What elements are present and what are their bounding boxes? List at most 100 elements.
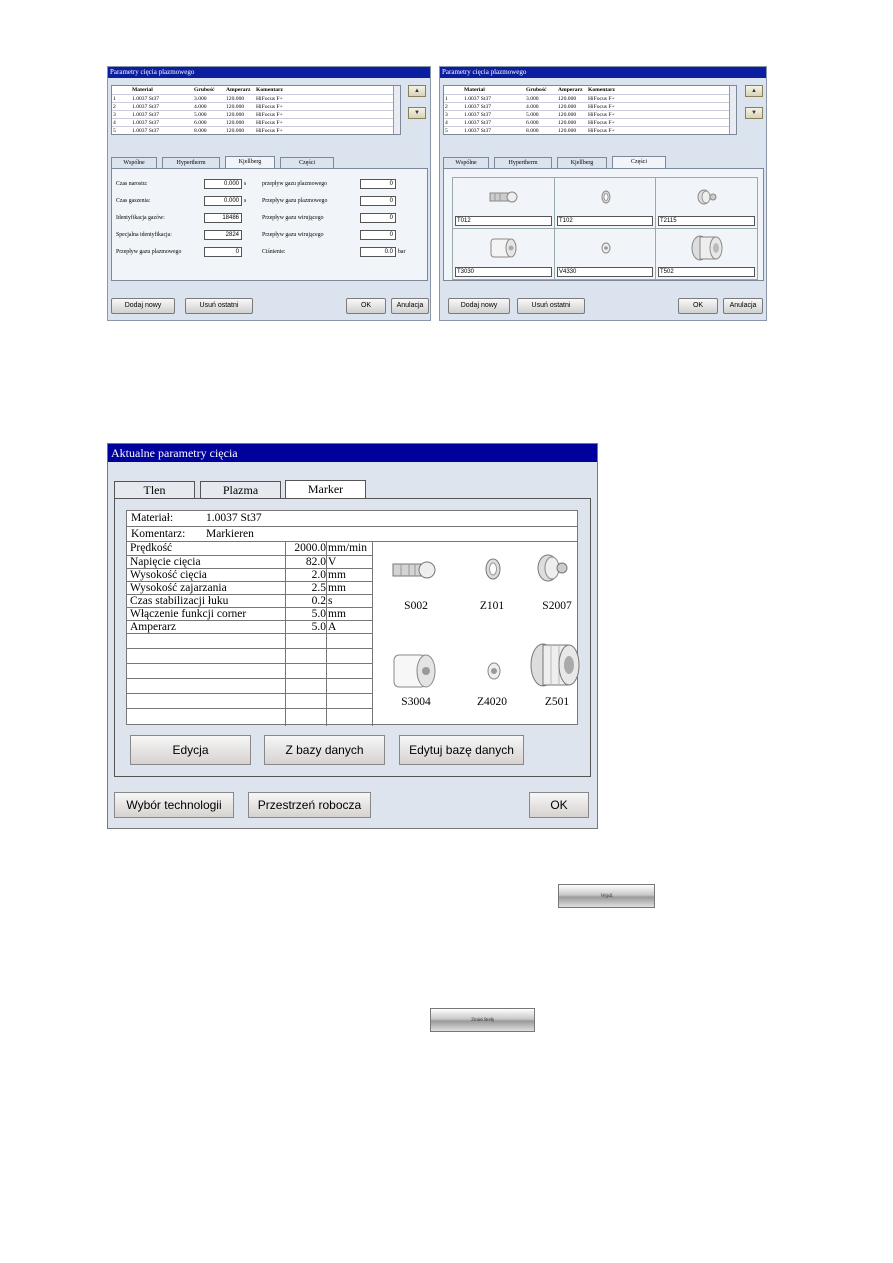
remove-last-button[interactable]: Usuń ostatni <box>185 298 253 314</box>
param-row[interactable]: Napięcie cięcia 82.0 V <box>127 555 373 568</box>
part-cell[interactable]: T502 <box>655 228 758 280</box>
part-cell[interactable]: T2115 <box>655 177 758 229</box>
shield-cap-icon <box>490 238 517 258</box>
exit-mini-button[interactable]: Wyjdź <box>558 884 655 908</box>
electrode-cap-icon <box>530 643 580 687</box>
plasma-flow-1-input[interactable]: 0 <box>360 179 396 189</box>
move-up-button[interactable]: ▲ <box>408 85 426 97</box>
swirl-flow-1-input[interactable]: 0 <box>360 213 396 223</box>
part-label: S002 <box>404 600 428 612</box>
plasma-gas-flow-input[interactable]: 0 <box>204 247 242 257</box>
swirl-flow-2-input[interactable]: 0 <box>360 230 396 240</box>
edit-database-button[interactable]: Edytuj bazę danych <box>399 735 524 765</box>
from-database-button[interactable]: Z bazy danych <box>264 735 385 765</box>
param-row-empty <box>127 648 373 661</box>
part-cell[interactable]: T102 <box>554 177 656 229</box>
part-code-input[interactable]: T502 <box>658 267 755 277</box>
move-up-button[interactable]: ▲ <box>745 85 763 97</box>
part-cell[interactable]: V4330 <box>554 228 656 280</box>
right-plasma-window: Parametry cięcia plazmowego Material Gru… <box>439 66 767 321</box>
tab-plazma[interactable]: Plazma <box>200 481 281 498</box>
move-down-button[interactable]: ▼ <box>745 107 763 119</box>
part-cell[interactable]: T3030 <box>452 228 555 280</box>
nozzle-icon <box>392 561 436 579</box>
table-header: Material Grubość Amperarz Komentarz <box>464 87 616 93</box>
part-code-input[interactable]: T102 <box>557 216 653 226</box>
part-label: S2007 <box>542 600 572 612</box>
tab-czesci[interactable]: Części <box>280 157 334 168</box>
param-row[interactable]: Włączenie funkcji corner 5.0 mm <box>127 607 373 620</box>
plasma-flow-2-input[interactable]: 0 <box>360 196 396 206</box>
table-row[interactable]: 1 1.0037 St37 3.000 120.000 HiFocus F+ <box>444 94 736 102</box>
param-row[interactable]: Wysokość zajarzania 2.5 mm <box>127 581 373 594</box>
table-row[interactable]: 5 1.0037 St37 8.000 120.000 HiFocus F+ <box>444 126 736 134</box>
table-row[interactable]: 3 1.0037 St37 5.000 120.000 HiFocus F+ <box>112 110 400 118</box>
table-row[interactable]: 2 1.0037 St37 4.000 120.000 HiFocus F+ <box>112 102 400 110</box>
marker-panel: Materiał: 1.0037 St37 Komentarz: Markier… <box>114 498 591 777</box>
swirl-ring-icon <box>601 242 611 254</box>
add-new-button[interactable]: Dodaj nowy <box>448 298 510 314</box>
gas-id-input[interactable]: 18486 <box>204 213 242 223</box>
part-cell[interactable]: T012 <box>452 177 555 229</box>
current-cutting-params-window: Aktualne parametry cięcia Tlen Plazma Ma… <box>107 443 598 829</box>
table-row[interactable]: 4 1.0037 St37 6.000 120.000 HiFocus F+ <box>112 118 400 126</box>
material-label: Materiał: <box>131 512 174 524</box>
table-row[interactable]: 2 1.0037 St37 4.000 120.000 HiFocus F+ <box>444 102 736 110</box>
material-table: Material Grubość Amperarz Komentarz 1 1.0… <box>443 85 737 135</box>
params-table: Prędkość 2000.0 mm/min Napięcie cięcia 82.0… <box>127 542 373 726</box>
cancel-button[interactable]: Anulacja <box>723 298 763 314</box>
param-row[interactable]: Amperarz 5.0 A <box>127 620 373 633</box>
workspace-button[interactable]: Przestrzeń robocza <box>248 792 371 818</box>
tab-marker[interactable]: Marker <box>285 480 366 498</box>
table-scrollbar[interactable] <box>393 86 400 134</box>
comment-value: Markieren <box>206 528 254 540</box>
table-row[interactable]: 5 1.0037 St37 8.000 120.000 HiFocus F+ <box>112 126 400 134</box>
window-title: Parametry cięcia plazmowego <box>440 67 766 78</box>
part-code-input[interactable]: T012 <box>455 216 552 226</box>
ok-button[interactable]: OK <box>678 298 718 314</box>
param-row[interactable]: Wysokość cięcia 2.0 mm <box>127 568 373 581</box>
move-down-button[interactable]: ▼ <box>408 107 426 119</box>
param-row-empty <box>127 708 373 721</box>
material-table: Material Grubość Amperarz Komentarz 1 1.0… <box>111 85 401 135</box>
ring-icon <box>601 190 611 204</box>
tab-wspolne[interactable]: Wspólne <box>443 157 489 168</box>
swirl-ring-icon <box>487 662 501 680</box>
tab-czesci[interactable]: Części <box>612 156 666 168</box>
comment-label: Komentarz: <box>131 528 186 540</box>
add-new-button[interactable]: Dodaj nowy <box>111 298 175 314</box>
part-code-input[interactable]: V4330 <box>557 267 653 277</box>
part-label: Z101 <box>479 600 505 612</box>
ok-button[interactable]: OK <box>529 792 589 818</box>
remove-last-button[interactable]: Usuń ostatni <box>517 298 585 314</box>
part-label: S3004 <box>401 696 431 708</box>
ok-button[interactable]: OK <box>346 298 386 314</box>
tab-wspolne[interactable]: Wspólne <box>111 157 157 168</box>
part-code-input[interactable]: T3030 <box>455 267 552 277</box>
tab-kjellberg[interactable]: Kjellberg <box>557 157 607 168</box>
extinguish-time-input[interactable]: 0.000 <box>204 196 242 206</box>
table-scrollbar[interactable] <box>729 86 736 134</box>
tab-hypertherm[interactable]: Hypertherm <box>162 157 220 168</box>
edit-button[interactable]: Edycja <box>130 735 251 765</box>
cap-icon <box>537 554 568 582</box>
tab-kjellberg[interactable]: Kjellberg <box>225 156 275 168</box>
param-row[interactable]: Prędkość 2000.0 mm/min <box>127 542 373 555</box>
table-row[interactable]: 4 1.0037 St37 6.000 120.000 HiFocus F+ <box>444 118 736 126</box>
part-code-input[interactable]: T2115 <box>658 216 755 226</box>
tab-tlen[interactable]: Tlen <box>114 481 195 498</box>
table-row[interactable]: 1 1.0037 St37 3.000 120.000 HiFocus F+ <box>112 94 400 102</box>
material-value: 1.0037 St37 <box>206 512 262 524</box>
cancel-button[interactable]: Anulacja <box>391 298 429 314</box>
param-row-empty <box>127 663 373 676</box>
table-row[interactable]: 3 1.0037 St37 5.000 120.000 HiFocus F+ <box>444 110 736 118</box>
param-row[interactable]: Czas stabilizacji łuku 0.2 s <box>127 594 373 607</box>
special-id-input[interactable]: 2824 <box>204 230 242 240</box>
pressure-input[interactable]: 0.0 <box>360 247 396 257</box>
ramp-time-input[interactable]: 0.000 <box>204 179 242 189</box>
tab-hypertherm[interactable]: Hypertherm <box>494 157 552 168</box>
technology-selection-button[interactable]: Wybór technologii <box>114 792 234 818</box>
window-title: Parametry cięcia plazmowego <box>108 67 430 78</box>
nozzle-icon <box>489 191 518 203</box>
change-zone-mini-button[interactable]: Zmień Strefę <box>430 1008 535 1032</box>
